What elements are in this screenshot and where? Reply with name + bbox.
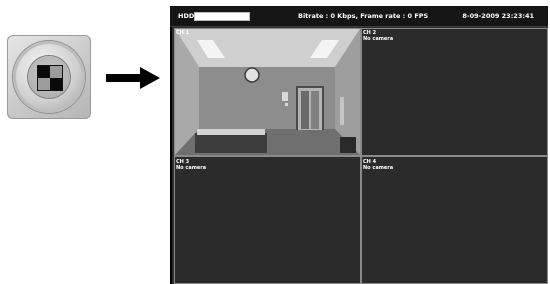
monitor-edge bbox=[170, 6, 172, 284]
no-camera-message: No camera bbox=[176, 165, 207, 171]
hdd-usage-bar bbox=[194, 12, 250, 21]
quad-cell-2 bbox=[50, 66, 62, 78]
channel-cell-2[interactable]: CH 2 No camera bbox=[361, 28, 548, 156]
quad-cell-1 bbox=[38, 66, 50, 78]
quad-view-icon[interactable] bbox=[7, 35, 91, 119]
quad-grid-glyph bbox=[37, 65, 63, 91]
status-bar: HDD Bitrate : 0 Kbps, Frame rate : 0 FPS… bbox=[170, 6, 548, 27]
icon-ring bbox=[13, 41, 85, 113]
channel-cell-1[interactable]: CH 1 bbox=[174, 28, 361, 156]
camera-grid: CH 1 CH 2 No camera CH 3 No camera CH 4 … bbox=[174, 28, 548, 284]
dvr-monitor: HDD Bitrate : 0 Kbps, Frame rate : 0 FPS… bbox=[170, 6, 548, 284]
channel-cell-4[interactable]: CH 4 No camera bbox=[361, 156, 548, 284]
quad-cell-4 bbox=[50, 78, 62, 90]
hdd-label: HDD bbox=[178, 12, 195, 20]
no-camera-message: No camera bbox=[363, 36, 394, 42]
channel-cell-3[interactable]: CH 3 No camera bbox=[174, 156, 361, 284]
datetime: 8-09-2009 23:23:41 bbox=[462, 12, 534, 20]
camera-feed-image bbox=[175, 29, 360, 155]
icon-inner-disc bbox=[28, 56, 70, 98]
quad-cell-3 bbox=[38, 78, 50, 90]
hdd-usage-fill bbox=[195, 13, 249, 20]
right-arrow-icon bbox=[106, 67, 160, 89]
bitrate-status: Bitrate : 0 Kbps, Frame rate : 0 FPS bbox=[298, 12, 429, 20]
channel-label: CH 1 bbox=[176, 30, 190, 36]
no-camera-message: No camera bbox=[363, 165, 394, 171]
